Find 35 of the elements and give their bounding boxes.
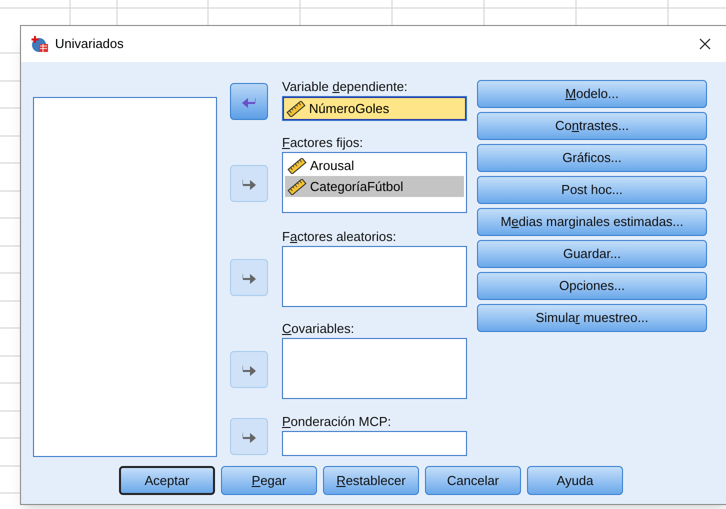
ruler-icon: [287, 178, 307, 194]
variable-list[interactable]: [282, 246, 467, 307]
dialog-button[interactable]: Post hoc...: [477, 176, 707, 204]
dialog-button[interactable]: Simular muestreo...: [477, 304, 707, 332]
field-label: Factores aleatorios:: [282, 229, 398, 245]
arrow-button[interactable]: [230, 83, 268, 120]
dialog-button[interactable]: Pegar: [221, 466, 317, 495]
dialog-button[interactable]: Contrastes...: [477, 112, 707, 140]
dialog-button[interactable]: Modelo...: [477, 80, 707, 108]
dialog-button[interactable]: Aceptar: [119, 466, 215, 495]
input-field[interactable]: [282, 431, 467, 456]
app-icon: [31, 35, 49, 53]
field-label: Covariables:: [282, 321, 356, 337]
arrow-button[interactable]: [230, 165, 268, 202]
variable-item[interactable]: Arousal: [285, 155, 464, 176]
dialog-button[interactable]: Medias marginales estimadas...: [477, 208, 707, 236]
arrow-button[interactable]: [230, 418, 268, 455]
field-label: Ponderación MCP:: [282, 414, 392, 430]
variable-item[interactable]: NúmeroGoles: [283, 97, 466, 120]
ruler-icon: [286, 100, 306, 116]
window-title: Univariados: [55, 35, 124, 54]
variable-list[interactable]: [282, 338, 467, 399]
dialog-button[interactable]: Gráficos...: [477, 144, 707, 172]
dialog-button[interactable]: Guardar...: [477, 240, 707, 268]
dialog-button[interactable]: Restablecer: [323, 466, 419, 495]
variable-item[interactable]: CategoríaFútbol: [285, 176, 464, 197]
variable-list[interactable]: Arousal CategoríaFútbol: [282, 152, 467, 213]
arrow-button[interactable]: [230, 259, 268, 296]
arrow-button[interactable]: [230, 351, 268, 388]
dialog-button[interactable]: Opciones...: [477, 272, 707, 300]
field-label: Variable dependiente:: [282, 79, 409, 95]
field-label: Factores fijos:: [282, 135, 364, 151]
close-icon[interactable]: [699, 38, 711, 50]
dialog-button[interactable]: Ayuda: [527, 466, 623, 495]
dialog-button[interactable]: Cancelar: [425, 466, 521, 495]
